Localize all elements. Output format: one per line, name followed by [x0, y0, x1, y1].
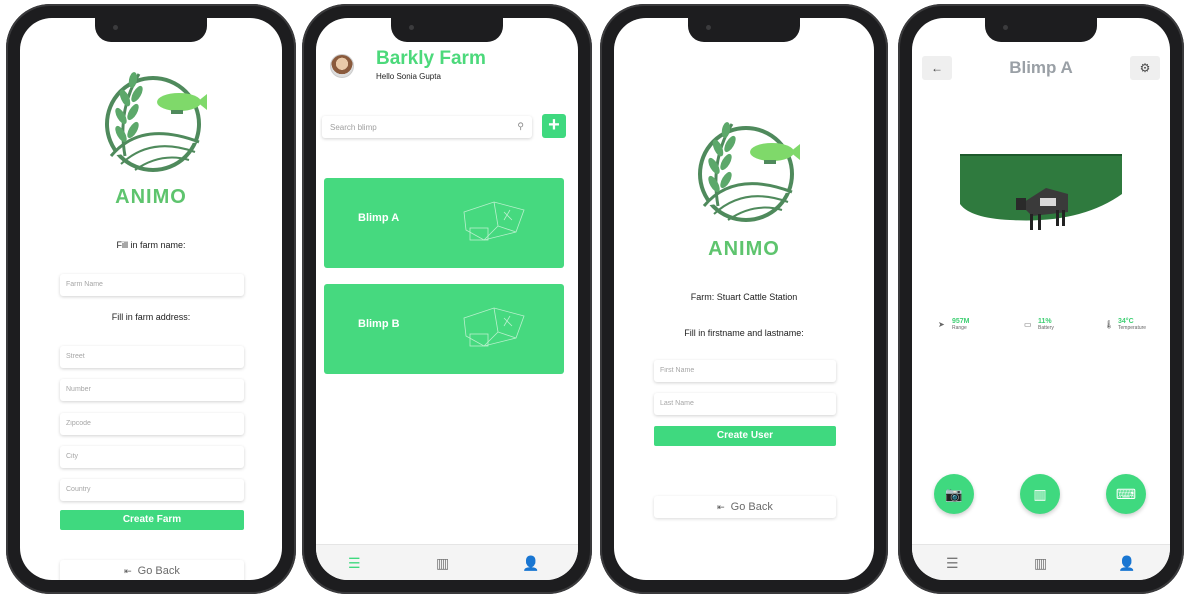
- logo-text: ANIMO: [115, 186, 187, 208]
- notch: [95, 18, 207, 42]
- go-back-label: Go Back: [137, 565, 180, 577]
- temperature-value: 34°C: [1118, 318, 1134, 325]
- logo-text: ANIMO: [708, 238, 780, 260]
- phone-blimp-detail: ← Blimp A ⚙ ➤ 957M Range ▭ 11% Battery 🌡…: [898, 4, 1184, 594]
- name-label: Fill in firstname and lastname:: [684, 328, 804, 338]
- farm-name-label: Fill in farm name:: [116, 240, 186, 250]
- avatar[interactable]: [330, 54, 354, 78]
- settings-icon[interactable]: ⚙: [1130, 56, 1160, 80]
- tab-bar: ☰ ▥ 👤: [912, 544, 1170, 580]
- create-user-button[interactable]: Create User: [654, 426, 836, 446]
- go-back-button[interactable]: ⇤ Go Back: [60, 560, 244, 580]
- blimp-camera-view: [960, 154, 1122, 230]
- animo-logo: [684, 110, 804, 230]
- number-input[interactable]: [60, 379, 244, 401]
- notch: [391, 18, 503, 42]
- screen-blimp-detail: ← Blimp A ⚙ ➤ 957M Range ▭ 11% Battery 🌡…: [912, 18, 1170, 580]
- blimp-card[interactable]: Blimp A: [324, 178, 564, 268]
- zipcode-input[interactable]: [60, 413, 244, 435]
- phone-create-farm: ANIMO Fill in farm name: Fill in farm ad…: [6, 4, 296, 594]
- search-icon[interactable]: ⚲: [517, 121, 524, 132]
- screen-create-farm: ANIMO Fill in farm name: Fill in farm ad…: [20, 18, 282, 580]
- farm-address-label: Fill in farm address:: [111, 312, 191, 322]
- thermometer-icon: 🌡: [1104, 320, 1115, 329]
- city-input[interactable]: [60, 446, 244, 468]
- first-name-input[interactable]: [654, 360, 836, 382]
- notch: [985, 18, 1097, 42]
- screen-create-user: ANIMO Farm: Stuart Cattle Station Fill i…: [614, 18, 874, 580]
- farm-name-input[interactable]: [60, 274, 244, 296]
- mockup-stage: ANIMO Fill in farm name: Fill in farm ad…: [0, 0, 1184, 600]
- temperature-label: Temperature: [1118, 325, 1147, 331]
- go-back-button[interactable]: ⇤ Go Back: [654, 496, 836, 518]
- camera-icon[interactable]: 📷: [934, 474, 974, 514]
- gamepad-icon[interactable]: ⌨: [1106, 474, 1146, 514]
- last-name-input[interactable]: [654, 393, 836, 415]
- country-input[interactable]: [60, 479, 244, 501]
- battery-stat: ▭ 11% Battery: [1024, 318, 1054, 331]
- map-icon[interactable]: ▥: [436, 555, 449, 572]
- temperature-stat: 🌡 34°C Temperature: [1104, 318, 1147, 331]
- greeting: Hello Sonia Gupta: [376, 72, 441, 81]
- map-icon[interactable]: ▥: [1034, 555, 1047, 572]
- range-value: 957M: [952, 318, 970, 325]
- blimp-sketch-icon: [463, 307, 525, 347]
- blimp-sketch-icon: [463, 201, 525, 241]
- blimp-card-name: Blimp A: [358, 212, 400, 224]
- phone-blimp-list: Barkly Farm Hello Sonia Gupta ⚲ + Blimp …: [302, 4, 592, 594]
- search-box[interactable]: ⚲: [322, 116, 532, 138]
- blimp-card[interactable]: Blimp B: [324, 284, 564, 374]
- battery-label: Battery: [1038, 325, 1054, 331]
- battery-value: 11%: [1038, 318, 1052, 325]
- street-input[interactable]: [60, 346, 244, 368]
- farm-title: Barkly Farm: [376, 48, 486, 69]
- phone-create-user: ANIMO Farm: Stuart Cattle Station Fill i…: [600, 4, 888, 594]
- animo-logo: [91, 60, 211, 180]
- tab-bar: ☰ ▥ 👤: [316, 544, 578, 580]
- logout-icon: ⇤: [124, 566, 132, 576]
- blimp-card-name: Blimp B: [358, 318, 400, 330]
- list-icon[interactable]: ☰: [946, 555, 959, 572]
- farm-label: Farm: Stuart Cattle Station: [690, 292, 798, 302]
- user-icon[interactable]: 👤: [522, 555, 539, 572]
- search-input[interactable]: [322, 116, 532, 138]
- user-icon[interactable]: 👤: [1118, 555, 1135, 572]
- battery-icon: ▭: [1024, 320, 1032, 329]
- list-icon[interactable]: ☰: [348, 555, 361, 572]
- create-farm-button[interactable]: Create Farm: [60, 510, 244, 530]
- map-icon[interactable]: ▥: [1020, 474, 1060, 514]
- add-blimp-button[interactable]: +: [542, 114, 566, 138]
- notch: [688, 18, 800, 42]
- logout-icon: ⇤: [717, 502, 725, 512]
- go-back-label: Go Back: [730, 501, 773, 513]
- screen-blimp-list: Barkly Farm Hello Sonia Gupta ⚲ + Blimp …: [316, 18, 578, 580]
- range-stat: ➤ 957M Range: [938, 318, 970, 331]
- range-label: Range: [952, 325, 967, 331]
- navigation-icon: ➤: [938, 320, 945, 329]
